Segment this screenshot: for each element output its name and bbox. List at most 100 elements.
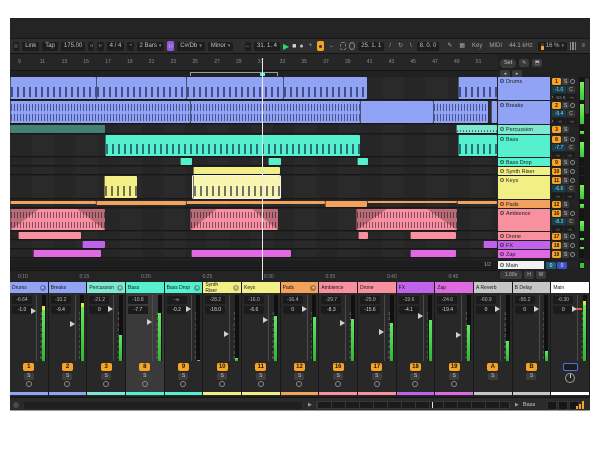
solo-button[interactable]: S xyxy=(562,201,569,208)
clip[interactable] xyxy=(10,77,96,99)
track-lane-main[interactable] xyxy=(10,261,498,269)
mixer-solo-button[interactable]: S xyxy=(449,373,459,380)
automation-clip[interactable] xyxy=(367,201,457,203)
track-header-pads[interactable]: Pads12S xyxy=(498,200,584,208)
fader-track[interactable] xyxy=(539,295,540,361)
mixer-solo-button[interactable]: S xyxy=(24,373,34,380)
track-number[interactable]: 3 xyxy=(552,126,561,133)
quantize-menu[interactable]: 2 Bars▾ xyxy=(137,42,165,51)
track-name[interactable]: Percussion xyxy=(498,125,550,134)
track-header-drone[interactable]: Drone17S xyxy=(498,232,584,240)
mixer-solo-button[interactable]: S xyxy=(488,373,498,380)
track-activator-icon[interactable] xyxy=(500,169,504,173)
track-name[interactable]: Main xyxy=(498,261,544,269)
track-header-percussion[interactable]: Percussion3S xyxy=(498,125,584,134)
mixer-strip-header[interactable]: Percussion∗ xyxy=(87,282,125,293)
main-send-value[interactable]: 0 xyxy=(546,262,556,269)
fader-value-field[interactable]: -19.4 xyxy=(437,306,457,314)
overdub-icon[interactable]: + xyxy=(307,42,315,51)
track-header-drums[interactable]: Drums1S-1.0C-52.8-∞ xyxy=(498,77,584,100)
track-number[interactable]: 9 xyxy=(552,159,561,166)
fader-value-field[interactable]: -9.4 xyxy=(51,306,71,314)
mixer-track-number[interactable]: 19 xyxy=(449,363,460,371)
fader-handle[interactable] xyxy=(263,317,268,323)
midi-map-button[interactable]: MIDI xyxy=(487,42,504,51)
mixer-arm-button[interactable] xyxy=(451,381,457,387)
options-icon[interactable] xyxy=(13,42,19,51)
solo-button[interactable]: S xyxy=(562,78,569,85)
clip[interactable] xyxy=(491,101,497,123)
automation-arm-icon[interactable] xyxy=(317,41,324,51)
set-button[interactable]: Set xyxy=(500,59,516,68)
mixer-strip-fx[interactable]: FX-19.6-4.160612182430364248546018S xyxy=(397,282,436,396)
track-header-ambience[interactable]: Ambience16S-8.3C-∞-∞ xyxy=(498,209,584,231)
meter-peak-value[interactable]: -∞ xyxy=(566,118,577,124)
mixer-solo-button[interactable]: S xyxy=(526,373,536,380)
menu-icon[interactable]: ≡ xyxy=(579,42,587,51)
peak-value-field[interactable]: -10.2 xyxy=(51,296,71,304)
mixer-track-number[interactable]: 3 xyxy=(101,363,112,371)
fader-handle[interactable] xyxy=(379,329,384,335)
track-number[interactable]: 10 xyxy=(552,168,561,175)
mixer-solo-button[interactable]: S xyxy=(217,373,227,380)
track-name[interactable]: FX xyxy=(498,241,550,249)
clip[interactable] xyxy=(358,232,368,239)
peak-value-field[interactable]: -28.2 xyxy=(205,296,225,304)
clip[interactable] xyxy=(10,101,190,123)
fader-track[interactable] xyxy=(152,295,153,361)
reenable-automation-icon[interactable]: ← xyxy=(327,42,337,51)
arm-button[interactable] xyxy=(570,169,575,174)
mixer-arm-button[interactable] xyxy=(219,381,225,387)
arm-button[interactable] xyxy=(570,234,575,239)
scale-root-menu[interactable]: C#/Db▾ xyxy=(177,42,205,51)
fader-track[interactable] xyxy=(423,295,424,361)
track-name[interactable]: Bass Drop xyxy=(498,158,550,166)
clip[interactable] xyxy=(410,250,456,257)
track-lane-percussion[interactable] xyxy=(10,125,498,134)
mixer-strip-breaks[interactable]: Breaks-10.2-9.46061218243036424854602S xyxy=(49,282,88,396)
solo-button[interactable]: S xyxy=(562,242,569,249)
mixer-track-number[interactable]: 8 xyxy=(139,363,150,371)
mixer-strip-bass[interactable]: Bass-10.8-7.76061218243036424854608S xyxy=(126,282,165,396)
fader-value-field[interactable]: 0 xyxy=(476,306,496,314)
fader-value-field[interactable]: -4.1 xyxy=(399,306,419,314)
tap-tempo-button[interactable]: Tap xyxy=(42,42,58,51)
track-number[interactable]: 1 xyxy=(552,78,561,85)
mixer-strip-header[interactable]: B Delay xyxy=(513,282,551,293)
peak-value-field[interactable]: -60.9 xyxy=(476,296,496,304)
cue-box[interactable] xyxy=(563,363,578,371)
clip[interactable] xyxy=(190,101,360,123)
capture-midi-icon[interactable] xyxy=(349,42,355,50)
cue-volume-knob[interactable] xyxy=(565,373,575,383)
main-send-value[interactable]: 0 xyxy=(557,262,567,269)
mixer-track-number[interactable]: 2 xyxy=(62,363,73,371)
mixer-strip-b-delay[interactable]: B Delay-55.20606121824303642485460BS xyxy=(513,282,552,396)
track-name[interactable]: Bass xyxy=(498,135,550,157)
arm-button[interactable] xyxy=(570,79,575,84)
mixer-track-number[interactable]: 1 xyxy=(23,363,34,371)
clip[interactable] xyxy=(433,101,488,123)
computer-midi-keyboard-icon[interactable]: ▦ xyxy=(457,42,467,51)
clip[interactable] xyxy=(357,158,368,165)
mixer-strip-zap[interactable]: Zap-24.6-19.460612182430364248546019S xyxy=(435,282,474,396)
volume-field[interactable]: -7.7 xyxy=(552,144,566,151)
solo-button[interactable]: S xyxy=(562,210,569,217)
mixer-solo-button[interactable]: S xyxy=(256,373,266,380)
track-number[interactable]: 2 xyxy=(552,102,561,109)
zoom-level-button[interactable]: 1.00x xyxy=(500,271,522,279)
mixer-strip-main[interactable]: Main-0.300606121824303642485460 xyxy=(551,282,590,396)
clip[interactable] xyxy=(18,232,81,239)
mixer-arm-button[interactable] xyxy=(374,381,380,387)
clip[interactable] xyxy=(190,209,278,230)
clip[interactable] xyxy=(96,77,186,99)
solo-button[interactable]: S xyxy=(562,159,569,166)
fader-handle[interactable] xyxy=(302,306,307,312)
track-number[interactable]: 17 xyxy=(552,233,561,240)
clip[interactable] xyxy=(104,176,137,198)
zoom-width-button[interactable]: W xyxy=(536,271,546,279)
fader-value-field[interactable]: -6.6 xyxy=(244,306,264,314)
track-name[interactable]: Breaks xyxy=(498,101,550,124)
track-lane-drone[interactable] xyxy=(10,232,498,240)
volume-field[interactable]: -1.0 xyxy=(552,86,566,93)
mixer-track-number[interactable]: A xyxy=(487,363,498,371)
